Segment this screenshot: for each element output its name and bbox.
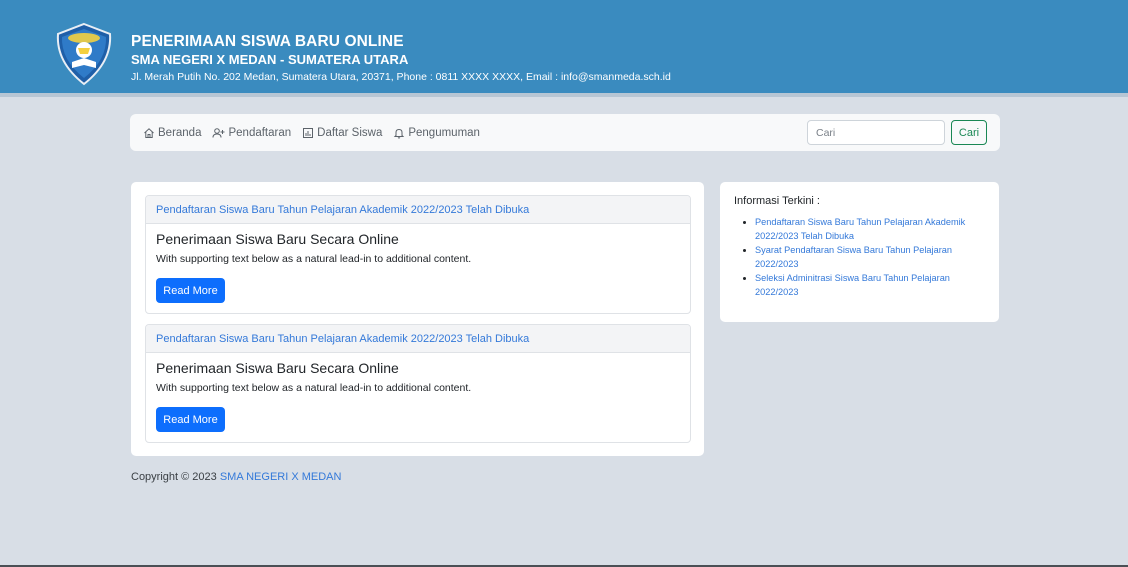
read-more-button[interactable]: Read More [156, 407, 225, 432]
nav-pengumuman-label: Pengumuman [408, 126, 480, 139]
sidebar-title: Informasi Terkini : [734, 195, 820, 207]
info-link[interactable]: Pendaftaran Siswa Baru Tahun Pelajaran A… [755, 217, 965, 241]
nav-pendaftaran-label: Pendaftaran [228, 126, 292, 139]
list-item: Seleksi Adminitrasi Siswa Baru Tahun Pel… [755, 271, 987, 299]
news-panel: Pendaftaran Siswa Baru Tahun Pelajaran A… [131, 182, 704, 456]
tut-wuri-handayani-logo [56, 22, 112, 86]
search-input[interactable] [807, 120, 945, 145]
read-more-button[interactable]: Read More [156, 278, 225, 303]
nav-pendaftaran[interactable]: Pendaftaran [212, 127, 291, 139]
nav-beranda[interactable]: Beranda [143, 127, 201, 139]
info-link[interactable]: Syarat Pendaftaran Siswa Baru Tahun Pela… [755, 245, 952, 269]
news-card: Pendaftaran Siswa Baru Tahun Pelajaran A… [145, 324, 691, 443]
footer: Copyright © 2023 SMA NEGERI X MEDAN [131, 471, 341, 483]
copyright-text: Copyright © 2023 [131, 471, 217, 483]
site-header: PENERIMAAN SISWA BARU ONLINE SMA NEGERI … [0, 0, 1128, 97]
news-card-header[interactable]: Pendaftaran Siswa Baru Tahun Pelajaran A… [146, 196, 690, 224]
nav-daftar-siswa-label: Daftar Siswa [317, 126, 383, 139]
person-add-icon [212, 127, 225, 138]
info-link[interactable]: Seleksi Adminitrasi Siswa Baru Tahun Pel… [755, 273, 950, 297]
nav-daftar-siswa[interactable]: Daftar Siswa [302, 127, 382, 139]
nav-beranda-label: Beranda [158, 126, 202, 139]
chart-icon [303, 127, 314, 138]
news-card-text: With supporting text below as a natural … [156, 382, 472, 394]
news-card-header[interactable]: Pendaftaran Siswa Baru Tahun Pelajaran A… [146, 325, 690, 353]
site-title: PENERIMAAN SISWA BARU ONLINE [131, 33, 404, 50]
list-item: Syarat Pendaftaran Siswa Baru Tahun Pela… [755, 243, 987, 271]
school-address: Jl. Merah Putih No. 202 Medan, Sumatera … [131, 71, 671, 83]
news-card: Pendaftaran Siswa Baru Tahun Pelajaran A… [145, 195, 691, 314]
bell-icon [394, 128, 405, 138]
news-card-title: Penerimaan Siswa Baru Secara Online [156, 360, 399, 376]
search-button[interactable]: Cari [951, 120, 987, 145]
news-card-title: Penerimaan Siswa Baru Secara Online [156, 231, 399, 247]
info-list: Pendaftaran Siswa Baru Tahun Pelajaran A… [755, 215, 987, 299]
home-icon [144, 127, 154, 138]
info-sidebar: Informasi Terkini : Pendaftaran Siswa Ba… [720, 182, 999, 322]
news-card-text: With supporting text below as a natural … [156, 253, 472, 265]
school-name: SMA NEGERI X MEDAN - SUMATERA UTARA [131, 52, 409, 67]
list-item: Pendaftaran Siswa Baru Tahun Pelajaran A… [755, 215, 987, 243]
footer-school-link[interactable]: SMA NEGERI X MEDAN [220, 471, 342, 483]
nav-pengumuman[interactable]: Pengumuman [393, 127, 480, 139]
navbar: Beranda Pendaftaran Daftar Siswa Pengumu… [130, 114, 1000, 151]
